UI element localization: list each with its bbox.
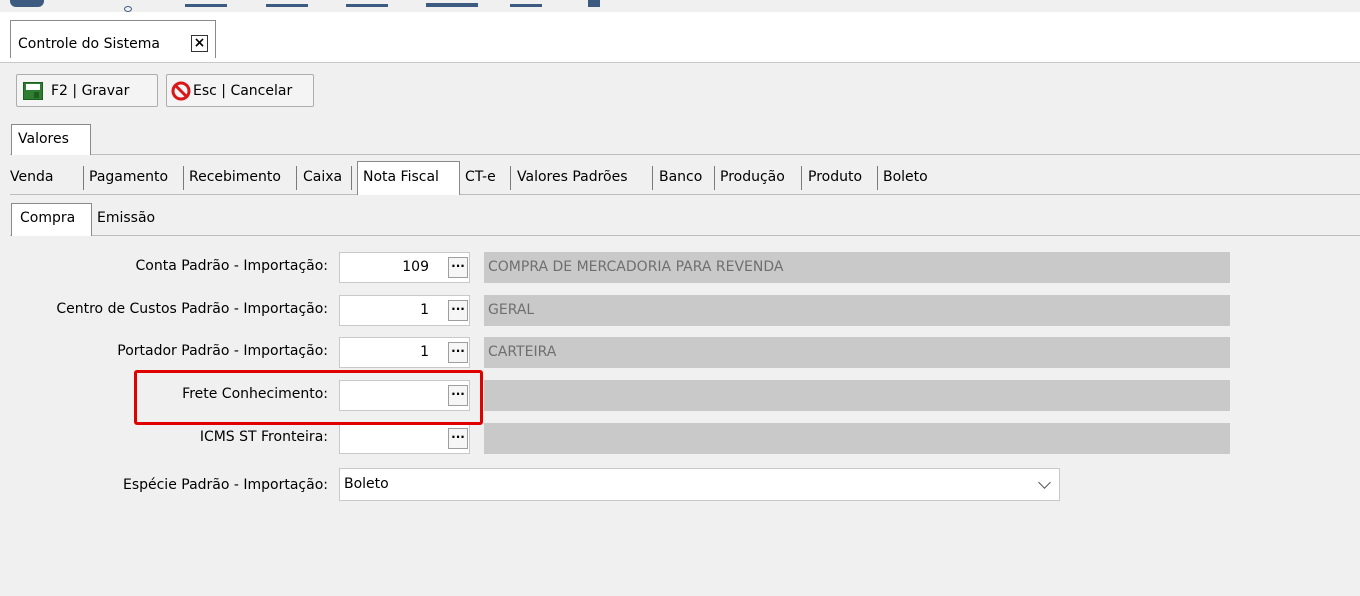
cancel-button-label: Esc | Cancelar <box>193 82 293 99</box>
section-tabs-divider <box>10 194 1360 195</box>
document-tab-title: Controle do Sistema <box>18 36 160 52</box>
separator <box>801 166 802 190</box>
centro-custos-description: GERAL <box>484 295 1230 326</box>
tab-boleto[interactable]: Boleto <box>883 169 928 185</box>
tab-banco[interactable]: Banco <box>659 169 702 185</box>
tab-ct-e[interactable]: CT-e <box>465 169 496 185</box>
tab-produto[interactable]: Produto <box>808 169 862 185</box>
toolbar-icon[interactable] <box>185 0 227 7</box>
save-button[interactable]: F2 | Gravar <box>16 74 158 107</box>
tab-venda[interactable]: Venda <box>10 169 53 185</box>
icms-st-fronteira-lookup-button[interactable]: ··· <box>448 428 468 449</box>
frete-conhecimento-description <box>484 380 1230 411</box>
sub-tabs-divider <box>10 235 1360 236</box>
separator <box>83 166 84 190</box>
especie-select[interactable]: Boleto <box>339 468 1060 501</box>
tab-valores-label: Valores <box>18 131 69 147</box>
especie-label: Espécie Padrão - Importação: <box>122 477 328 493</box>
especie-select-value: Boleto <box>344 476 389 492</box>
tab-producao[interactable]: Produção <box>720 169 785 185</box>
icms-st-fronteira-description <box>484 423 1230 454</box>
cancel-icon <box>171 81 191 100</box>
top-toolbar <box>0 0 1360 12</box>
close-icon[interactable]: × <box>191 35 208 52</box>
toolbar-icon[interactable] <box>346 0 388 7</box>
tab-emissao[interactable]: Emissão <box>97 210 155 226</box>
tab-divider <box>10 154 1360 155</box>
toolbar-icon[interactable] <box>588 0 600 7</box>
tab-compra-label: Compra <box>20 210 76 226</box>
tab-recebimento[interactable]: Recebimento <box>189 169 281 185</box>
toolbar-icon[interactable] <box>10 0 44 7</box>
separator <box>510 166 511 190</box>
separator <box>351 166 352 190</box>
conta-label: Conta Padrão - Importação: <box>135 258 328 274</box>
portador-description: CARTEIRA <box>484 337 1230 368</box>
separator <box>296 166 297 190</box>
save-button-label: F2 | Gravar <box>51 82 130 99</box>
portador-lookup-button[interactable]: ··· <box>448 342 468 363</box>
highlight-annotation <box>134 370 483 425</box>
portador-label: Portador Padrão - Importação: <box>117 343 328 359</box>
conta-lookup-button[interactable]: ··· <box>448 257 468 278</box>
centro-custos-label: Centro de Custos Padrão - Importação: <box>56 301 328 317</box>
toolbar-icon[interactable] <box>266 0 308 7</box>
separator <box>183 166 184 190</box>
centro-custos-lookup-button[interactable]: ··· <box>448 300 468 321</box>
toolbar-icon[interactable] <box>426 0 478 7</box>
cancel-button[interactable]: Esc | Cancelar <box>166 74 314 107</box>
toolbar-icon[interactable] <box>510 0 542 7</box>
separator <box>714 166 715 190</box>
conta-description: COMPRA DE MERCADORIA PARA REVENDA <box>484 252 1230 283</box>
tab-nota-fiscal-label[interactable]: Nota Fiscal <box>363 169 439 185</box>
separator <box>877 166 878 190</box>
tab-caixa[interactable]: Caixa <box>303 169 342 185</box>
separator <box>652 166 653 190</box>
icms-st-fronteira-label: ICMS ST Fronteira: <box>199 429 328 445</box>
tab-pagamento[interactable]: Pagamento <box>89 169 168 185</box>
save-icon <box>23 81 43 100</box>
tab-valores-padroes[interactable]: Valores Padrões <box>517 169 628 185</box>
chevron-down-icon <box>1038 476 1051 489</box>
